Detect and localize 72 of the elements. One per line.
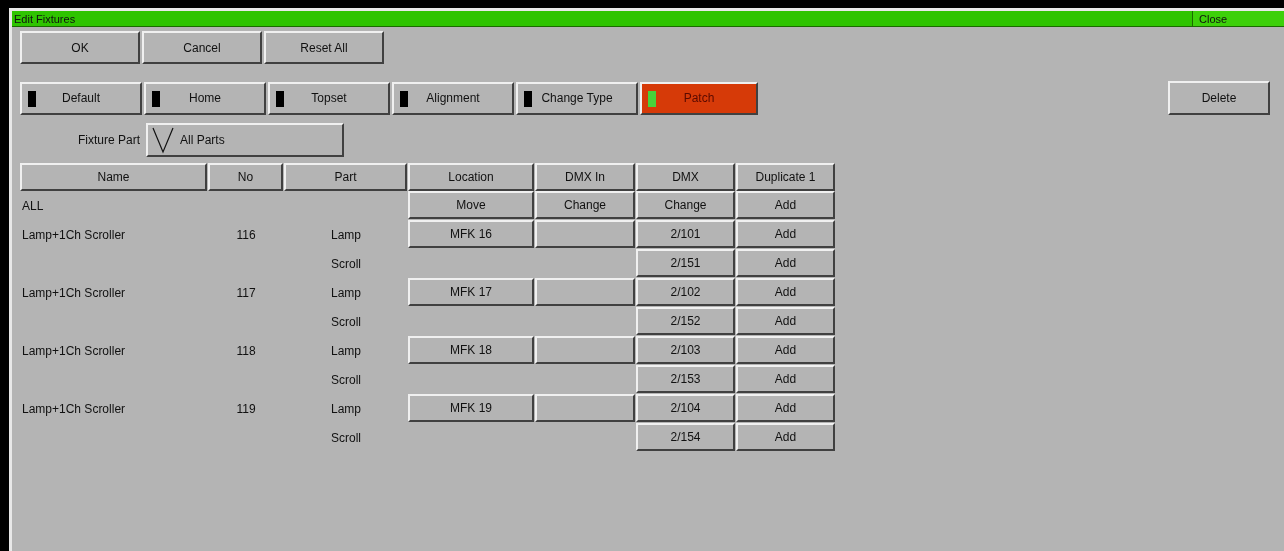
column-header[interactable]: DMX In — [535, 163, 635, 191]
location-button[interactable]: MFK 17 — [408, 278, 534, 306]
dmx-in-button[interactable] — [535, 220, 635, 248]
fixture-part-label: Fixture Part — [77, 133, 141, 147]
column-header[interactable]: No — [208, 163, 283, 191]
number-cell-text: 118 — [236, 342, 256, 360]
part-cell-text: Scroll — [331, 429, 361, 447]
column-header[interactable]: Part — [284, 163, 407, 191]
dmx-button[interactable]: 2/151 — [636, 249, 735, 277]
part-cell-text: Lamp — [331, 400, 361, 418]
dmx-in-button[interactable] — [535, 394, 635, 422]
name-cell-text: Lamp+1Ch Scroller — [21, 400, 127, 418]
dmx-in-button[interactable]: Change — [535, 191, 635, 219]
part-cell-text: Lamp — [331, 284, 361, 302]
column-header[interactable]: Location — [408, 163, 534, 191]
number-cell-text: 116 — [236, 226, 256, 244]
location-button[interactable]: MFK 16 — [408, 220, 534, 248]
number-cell-text: 119 — [236, 400, 256, 418]
part-cell-text: Scroll — [331, 313, 361, 331]
action-button[interactable]: Reset All — [264, 31, 384, 64]
name-cell-text: Lamp+1Ch Scroller — [21, 226, 127, 244]
mode-button[interactable]: Topset — [268, 81, 390, 115]
indicator-icon — [152, 90, 160, 107]
chevron-down-icon — [152, 126, 174, 154]
name-cell-text: Lamp+1Ch Scroller — [21, 342, 127, 360]
duplicate-button[interactable]: Add — [736, 394, 835, 422]
indicator-icon — [524, 90, 532, 107]
number-cell-text: 117 — [236, 284, 256, 302]
name-cell-text: Lamp+1Ch Scroller — [21, 284, 127, 302]
part-cell-text: Scroll — [331, 371, 361, 389]
mode-button[interactable]: Alignment — [392, 81, 514, 115]
delete-button[interactable]: Delete — [1168, 81, 1270, 115]
duplicate-button[interactable]: Add — [736, 423, 835, 451]
dmx-button[interactable]: 2/104 — [636, 394, 735, 422]
dmx-button[interactable]: 2/154 — [636, 423, 735, 451]
location-button[interactable]: MFK 18 — [408, 336, 534, 364]
dmx-button[interactable]: 2/102 — [636, 278, 735, 306]
location-button[interactable]: MFK 19 — [408, 394, 534, 422]
duplicate-button[interactable]: Add — [736, 336, 835, 364]
part-cell-text: Lamp — [331, 342, 361, 360]
action-button[interactable]: OK — [20, 31, 140, 64]
fixture-part-dropdown[interactable]: All Parts — [146, 123, 344, 157]
column-header[interactable]: Name — [20, 163, 207, 191]
indicator-icon — [400, 90, 408, 107]
action-button[interactable]: Cancel — [142, 31, 262, 64]
duplicate-button[interactable]: Add — [736, 365, 835, 393]
duplicate-button[interactable]: Add — [736, 307, 835, 335]
column-header[interactable]: Duplicate 1 — [736, 163, 835, 191]
indicator-icon — [648, 90, 656, 107]
mode-button[interactable]: Default — [20, 81, 142, 115]
mode-button[interactable]: Change Type — [516, 81, 638, 115]
mode-button[interactable]: Home — [144, 81, 266, 115]
dmx-button[interactable]: 2/101 — [636, 220, 735, 248]
duplicate-button[interactable]: Add — [736, 191, 835, 219]
dmx-button[interactable]: Change — [636, 191, 735, 219]
duplicate-button[interactable]: Add — [736, 278, 835, 306]
part-cell-text: Scroll — [331, 255, 361, 273]
location-button[interactable]: Move — [408, 191, 534, 219]
indicator-icon — [276, 90, 284, 107]
duplicate-button[interactable]: Add — [736, 249, 835, 277]
column-header[interactable]: DMX — [636, 163, 735, 191]
part-cell-text: Lamp — [331, 226, 361, 244]
close-button[interactable]: Close — [1192, 11, 1284, 26]
dmx-button[interactable]: 2/153 — [636, 365, 735, 393]
name-cell-text: ALL — [21, 197, 45, 215]
window-title: Edit Fixtures — [13, 12, 76, 25]
indicator-icon — [28, 90, 36, 107]
duplicate-button[interactable]: Add — [736, 220, 835, 248]
dmx-in-button[interactable] — [535, 336, 635, 364]
dmx-in-button[interactable] — [535, 278, 635, 306]
dmx-button[interactable]: 2/152 — [636, 307, 735, 335]
dmx-button[interactable]: 2/103 — [636, 336, 735, 364]
